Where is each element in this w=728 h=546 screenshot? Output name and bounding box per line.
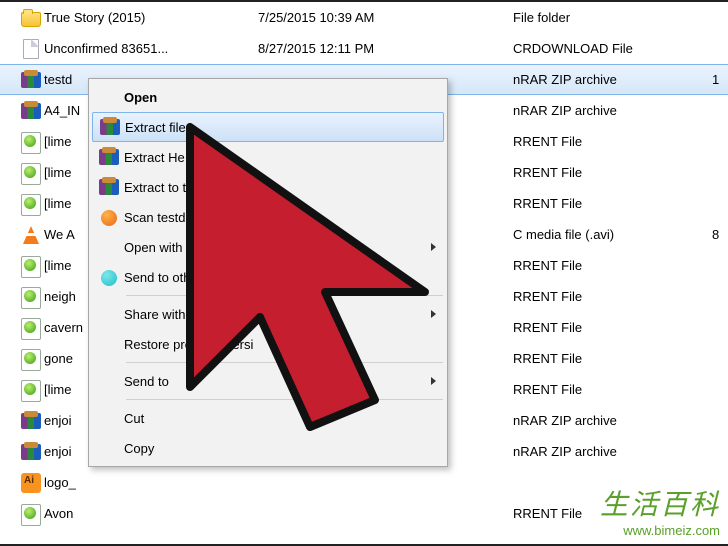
file-date: 7/25/2015 10:39 AM [258, 10, 513, 25]
rar-icon [21, 411, 41, 431]
menu-extract-files-label: Extract files... [125, 120, 435, 135]
torrent-icon [21, 504, 41, 524]
file-type: nRAR ZIP archive [513, 103, 712, 118]
menu-copy[interactable]: Copy [92, 433, 444, 463]
menu-open-label: Open [124, 90, 436, 105]
rar-icon [21, 70, 41, 90]
file-type: RRENT File [513, 320, 712, 335]
menu-extract-files[interactable]: Extract files... [92, 112, 444, 142]
menu-extract-to-label: Extract to te [124, 180, 436, 195]
file-name: True Story (2015) [44, 10, 258, 25]
menu-cut[interactable]: Cut [92, 403, 444, 433]
menu-restore-label: Restore previous versi [124, 337, 436, 352]
menu-restore[interactable]: Restore previous versi [92, 329, 444, 359]
menu-share-with-label: Share with [124, 307, 431, 322]
torrent-icon [21, 163, 41, 183]
file-type: File folder [513, 10, 712, 25]
watermark-text: 生活百科 [600, 483, 720, 523]
file-type: nRAR ZIP archive [513, 413, 712, 428]
torrent-icon [21, 349, 41, 369]
file-size-fragment: 1 [712, 72, 728, 87]
send-device-icon [101, 270, 117, 286]
menu-open[interactable]: Open [92, 82, 444, 112]
torrent-icon [21, 132, 41, 152]
menu-open-with-label: Open with [124, 240, 431, 255]
file-type: nRAR ZIP archive [513, 444, 712, 459]
menu-send-other-label: Send to other dev [124, 270, 436, 285]
menu-send-to-label: Send to [124, 374, 431, 389]
folder-icon [21, 12, 41, 27]
torrent-icon [21, 380, 41, 400]
vlc-icon [23, 226, 39, 244]
menu-extract-here-label: Extract He [124, 150, 436, 165]
rar-icon [21, 101, 41, 121]
file-type: RRENT File [513, 258, 712, 273]
winrar-icon [99, 177, 119, 197]
menu-separator [126, 362, 443, 363]
menu-send-to[interactable]: Send to [92, 366, 444, 396]
menu-copy-label: Copy [124, 441, 436, 456]
menu-scan[interactable]: Scan testdisk- [92, 202, 444, 232]
menu-open-with[interactable]: Open with [92, 232, 444, 262]
menu-separator [126, 295, 443, 296]
menu-share-with[interactable]: Share with [92, 299, 444, 329]
winrar-icon [100, 117, 120, 137]
file-type: C media file (.avi) [513, 227, 712, 242]
file-type: CRDOWNLOAD File [513, 41, 712, 56]
watermark: 生活百科 www.bimeiz.com [600, 483, 720, 538]
file-name: Avon [44, 506, 258, 521]
torrent-icon [21, 287, 41, 307]
file-type: RRENT File [513, 196, 712, 211]
file-type: nRAR ZIP archive [513, 72, 712, 87]
file-row[interactable]: Unconfirmed 83651...8/27/2015 12:11 PMCR… [0, 33, 728, 64]
file-type: RRENT File [513, 382, 712, 397]
menu-cut-label: Cut [124, 411, 436, 426]
scan-icon [101, 210, 117, 226]
file-name: Unconfirmed 83651... [44, 41, 258, 56]
file-size-fragment: 8 [712, 227, 728, 242]
submenu-arrow-icon [431, 243, 436, 251]
menu-send-other[interactable]: Send to other dev [92, 262, 444, 292]
torrent-icon [21, 256, 41, 276]
torrent-icon [21, 318, 41, 338]
menu-separator [126, 399, 443, 400]
ai-icon [21, 473, 41, 493]
context-menu: Open Extract files... Extract He Extract… [88, 78, 448, 467]
file-type: RRENT File [513, 351, 712, 366]
file-row[interactable]: True Story (2015)7/25/2015 10:39 AMFile … [0, 2, 728, 33]
rar-icon [21, 442, 41, 462]
submenu-arrow-icon [431, 377, 436, 385]
watermark-url: www.bimeiz.com [600, 523, 720, 538]
file-icon [23, 39, 39, 59]
winrar-icon [99, 147, 119, 167]
submenu-arrow-icon [431, 310, 436, 318]
torrent-icon [21, 194, 41, 214]
file-type: RRENT File [513, 289, 712, 304]
file-type: RRENT File [513, 134, 712, 149]
file-type: RRENT File [513, 165, 712, 180]
menu-extract-to[interactable]: Extract to te [92, 172, 444, 202]
menu-scan-label: Scan testdisk- [124, 210, 436, 225]
file-name: logo_ [44, 475, 258, 490]
menu-extract-here[interactable]: Extract He [92, 142, 444, 172]
file-date: 8/27/2015 12:11 PM [258, 41, 513, 56]
